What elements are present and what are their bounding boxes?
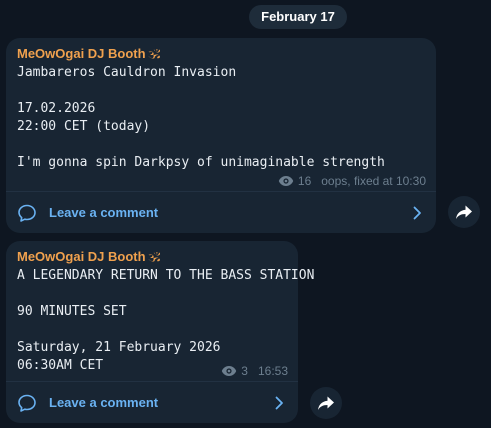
view-count: 16 xyxy=(297,174,312,188)
edited-note: oops, fixed at 10:30 xyxy=(321,174,426,188)
divider xyxy=(6,191,436,192)
sender-name-text: MeOwOgai DJ Booth xyxy=(17,46,146,61)
sender-name[interactable]: MeOwOgai DJ Booth 🕉 xyxy=(17,249,160,265)
message-meta: 16 oops, fixed at 10:30 xyxy=(278,174,426,188)
divider xyxy=(6,381,298,382)
message-time: 16:53 xyxy=(257,364,288,378)
eye-icon xyxy=(278,176,294,186)
eye-icon xyxy=(222,366,237,376)
chevron-right-icon xyxy=(413,206,421,220)
leave-comment-label: Leave a comment xyxy=(49,205,159,220)
comment-bubble-icon xyxy=(18,204,36,222)
share-arrow-icon xyxy=(318,396,334,410)
sender-emoji: 🕉 xyxy=(148,250,161,265)
leave-comment-label: Leave a comment xyxy=(49,395,159,410)
chat-view: February 17 MeOwOgai DJ Booth 🕉 Jambarero… xyxy=(0,0,491,428)
share-button[interactable] xyxy=(310,387,342,419)
message-meta: 3 16:53 xyxy=(221,364,288,378)
sender-name[interactable]: MeOwOgai DJ Booth 🕉 xyxy=(17,46,160,62)
date-separator: February 17 xyxy=(249,5,347,29)
sender-name-text: MeOwOgai DJ Booth xyxy=(17,249,146,264)
sender-emoji: 🕉 xyxy=(148,47,161,62)
channel-post[interactable]: MeOwOgai DJ Booth 🕉 Jambareros Cauldron I… xyxy=(6,38,436,233)
share-arrow-icon xyxy=(456,205,472,219)
chevron-right-icon xyxy=(275,396,283,410)
message-text: Jambareros Cauldron Invasion 17.02.2026 … xyxy=(17,65,385,170)
share-button[interactable] xyxy=(448,196,480,228)
channel-post[interactable]: MeOwOgai DJ Booth 🕉 A LEGENDARY RETURN TO… xyxy=(6,241,314,423)
comment-bubble-icon xyxy=(18,394,36,412)
leave-comment-button[interactable]: Leave a comment xyxy=(6,194,436,232)
message-text: A LEGENDARY RETURN TO THE BASS STATION 9… xyxy=(17,268,315,373)
leave-comment-button[interactable]: Leave a comment xyxy=(6,384,298,422)
view-count: 3 xyxy=(241,364,248,378)
